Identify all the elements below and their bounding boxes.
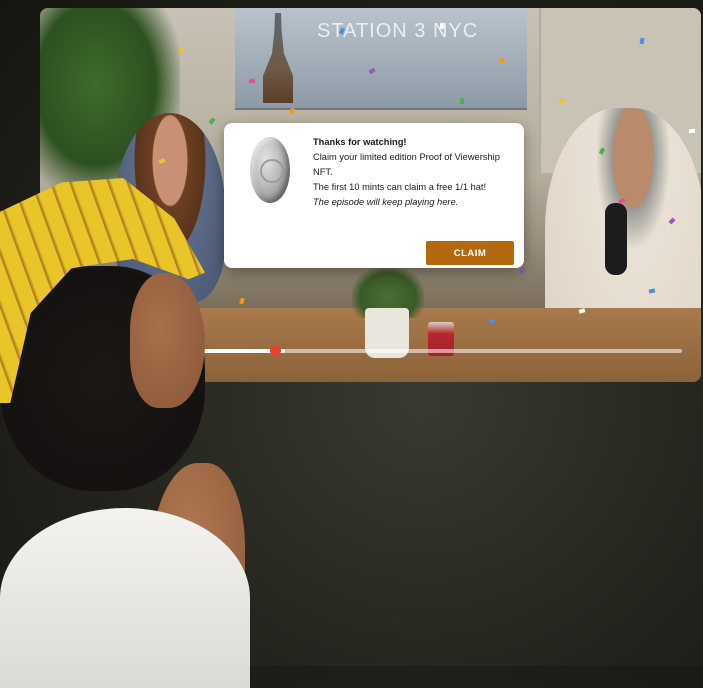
- modal-title: Thanks for watching!: [313, 137, 407, 147]
- modal-line-claim: Claim your limited edition Proof of View…: [313, 152, 500, 177]
- modal-text: Thanks for watching! Claim your limited …: [313, 135, 513, 210]
- claim-button[interactable]: CLAIM: [426, 241, 514, 265]
- viewer-person: [0, 178, 250, 688]
- coin-emblem-icon: [260, 159, 284, 183]
- modal-note: The episode will keep playing here.: [313, 197, 459, 207]
- confetti-piece: [180, 48, 184, 54]
- nft-coin-icon: [250, 137, 290, 203]
- confetti-piece: [488, 318, 496, 324]
- claim-nft-modal: Thanks for watching! Claim your limited …: [224, 123, 524, 268]
- confetti-piece: [459, 97, 465, 105]
- microphone-icon: [605, 203, 627, 275]
- viewer-tank-top: [0, 508, 250, 688]
- modal-line-hat: The first 10 mints can claim a free 1/1 …: [313, 182, 487, 192]
- confetti-piece: [439, 22, 445, 30]
- statue-of-liberty-image: [263, 13, 293, 103]
- viewer-face: [130, 273, 205, 408]
- confetti-piece: [518, 267, 526, 275]
- confetti-piece: [688, 128, 696, 134]
- studio-sign: STATION 3 NYC: [235, 8, 527, 110]
- confetti-piece: [288, 107, 296, 115]
- confetti-piece: [208, 117, 216, 125]
- video-progress-bar[interactable]: [192, 345, 682, 356]
